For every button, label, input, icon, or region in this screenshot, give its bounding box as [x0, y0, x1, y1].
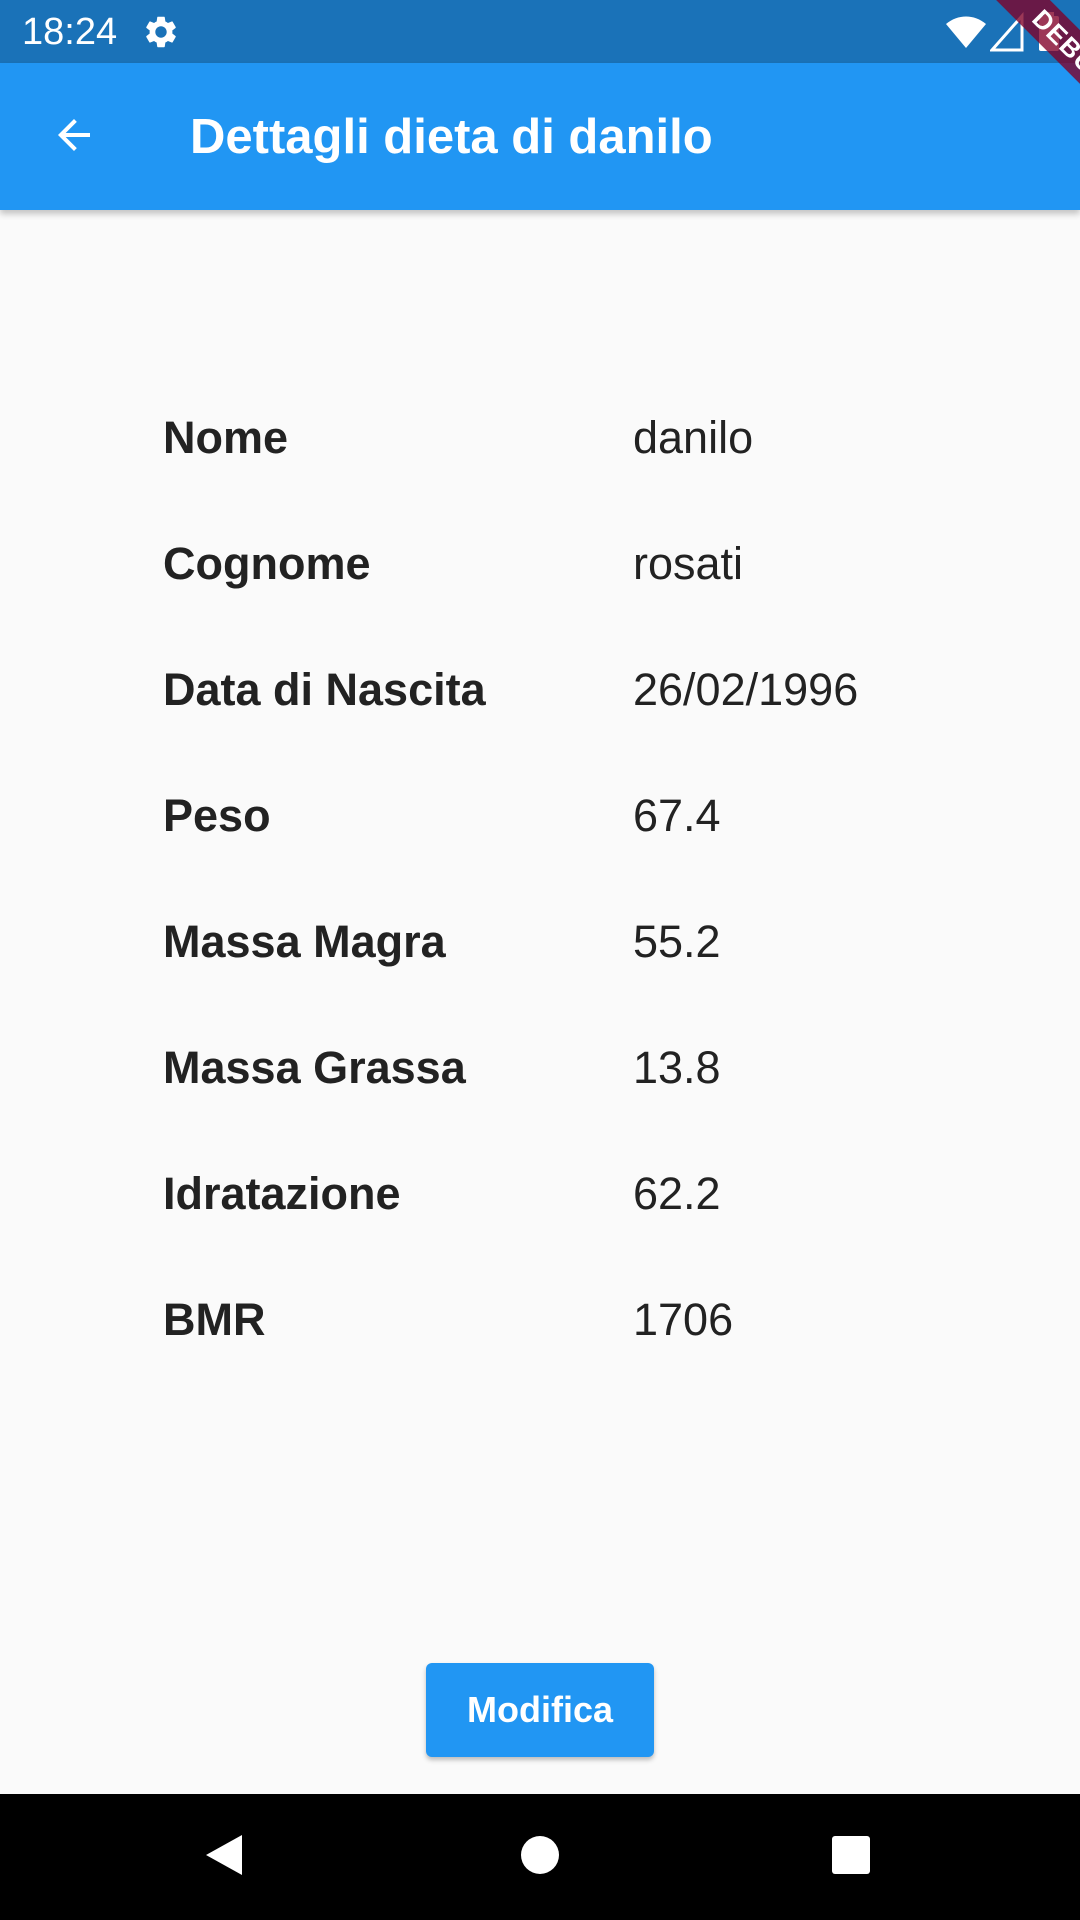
detail-row-data-di-nascita: Data di Nascita 26/02/1996	[163, 630, 963, 756]
detail-value: 13.8	[633, 1042, 721, 1093]
detail-label: Idratazione	[163, 1168, 401, 1219]
detail-row-massa-magra: Massa Magra 55.2	[163, 882, 963, 1008]
detail-row-peso: Peso 67.4	[163, 756, 963, 882]
detail-row-bmr: BMR 1706	[163, 1260, 963, 1386]
detail-value: 62.2	[633, 1168, 721, 1219]
detail-value: 1706	[633, 1294, 734, 1345]
detail-label: BMR	[163, 1294, 266, 1345]
nav-home-button[interactable]	[500, 1817, 580, 1897]
detail-label: Data di Nascita	[163, 664, 486, 715]
diet-details: Nome danilo Cognome rosati Data di Nasci…	[163, 378, 963, 1386]
status-bar: 18:24	[0, 0, 1080, 63]
detail-label: Cognome	[163, 538, 371, 589]
detail-value: danilo	[633, 412, 754, 463]
detail-label: Massa Grassa	[163, 1042, 466, 1093]
detail-row-idratazione: Idratazione 62.2	[163, 1134, 963, 1260]
wifi-icon	[944, 12, 988, 52]
detail-value: 55.2	[633, 916, 721, 967]
nav-recents-icon	[831, 1835, 871, 1880]
navigation-bar	[0, 1794, 1080, 1920]
detail-value: 67.4	[633, 790, 721, 841]
detail-label: Nome	[163, 412, 289, 463]
settings-gear-icon	[142, 13, 180, 51]
detail-label: Massa Magra	[163, 916, 446, 967]
detail-row-nome: Nome danilo	[163, 378, 963, 504]
nav-back-icon	[202, 1831, 246, 1884]
signal-icon	[988, 12, 1024, 52]
battery-icon	[1038, 12, 1060, 52]
page-title: Dettagli dieta di danilo	[190, 110, 713, 164]
arrow-back-icon	[50, 111, 98, 164]
nav-home-icon	[520, 1835, 560, 1880]
back-button[interactable]	[26, 101, 122, 173]
detail-value: 26/02/1996	[633, 664, 859, 715]
detail-label: Peso	[163, 790, 271, 841]
detail-row-massa-grassa: Massa Grassa 13.8	[163, 1008, 963, 1134]
nav-back-button[interactable]	[184, 1817, 264, 1897]
nav-recents-button[interactable]	[811, 1817, 891, 1897]
detail-value: rosati	[633, 538, 744, 589]
detail-row-cognome: Cognome rosati	[163, 504, 963, 630]
status-time: 18:24	[22, 11, 118, 53]
modify-button[interactable]: Modifica	[426, 1663, 654, 1757]
app-bar: Dettagli dieta di danilo	[0, 63, 1080, 210]
